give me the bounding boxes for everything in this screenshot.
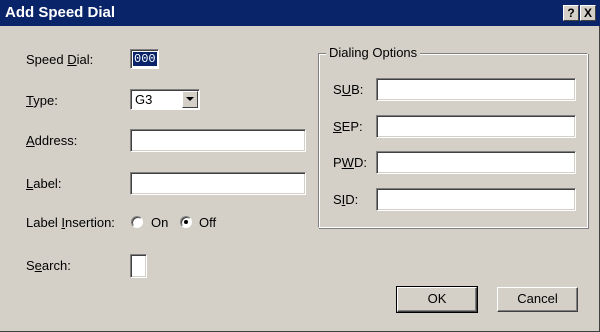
radio-on[interactable] bbox=[131, 216, 143, 228]
sid-input[interactable] bbox=[376, 188, 576, 211]
sub-label: SUB: bbox=[333, 82, 364, 97]
dialog-title: Add Speed Dial bbox=[5, 4, 116, 21]
close-button[interactable]: X bbox=[580, 5, 596, 21]
cancel-button[interactable]: Cancel bbox=[497, 287, 578, 312]
ok-button[interactable]: OK bbox=[396, 286, 478, 313]
type-label: Type: bbox=[26, 93, 58, 108]
radio-on-label[interactable]: On bbox=[151, 215, 168, 231]
speed-dial-label: Speed Dial: bbox=[26, 52, 94, 67]
address-input[interactable] bbox=[130, 129, 306, 152]
search-checkbox[interactable] bbox=[130, 254, 147, 278]
radio-off-label[interactable]: Off bbox=[199, 215, 216, 231]
label-insertion-label: Label Insertion: bbox=[26, 215, 115, 230]
sep-label: SEP: bbox=[333, 119, 363, 134]
sid-label: SID: bbox=[333, 192, 359, 207]
sep-input[interactable] bbox=[376, 115, 576, 138]
help-button[interactable]: ? bbox=[563, 5, 579, 21]
dialing-options-title: Dialing Options bbox=[326, 45, 421, 61]
add-speed-dial-dialog: Add Speed Dial ? X Speed Dial: 000 Type:… bbox=[0, 0, 600, 332]
title-bar[interactable]: Add Speed Dial ? X bbox=[0, 0, 600, 26]
radio-off[interactable] bbox=[180, 216, 192, 228]
chevron-down-icon[interactable] bbox=[182, 91, 198, 108]
speed-dial-field[interactable]: 000 bbox=[130, 49, 159, 69]
type-select[interactable]: G3 bbox=[130, 89, 200, 110]
pwd-label: PWD: bbox=[333, 155, 367, 170]
speed-dial-value: 000 bbox=[133, 52, 157, 66]
pwd-input[interactable] bbox=[376, 151, 576, 174]
label-label: Label: bbox=[26, 176, 62, 191]
label-input[interactable] bbox=[130, 172, 306, 195]
sub-input[interactable] bbox=[376, 78, 576, 101]
search-label: Search: bbox=[26, 258, 71, 273]
type-value: G3 bbox=[135, 92, 153, 107]
address-label: Address: bbox=[26, 133, 78, 148]
